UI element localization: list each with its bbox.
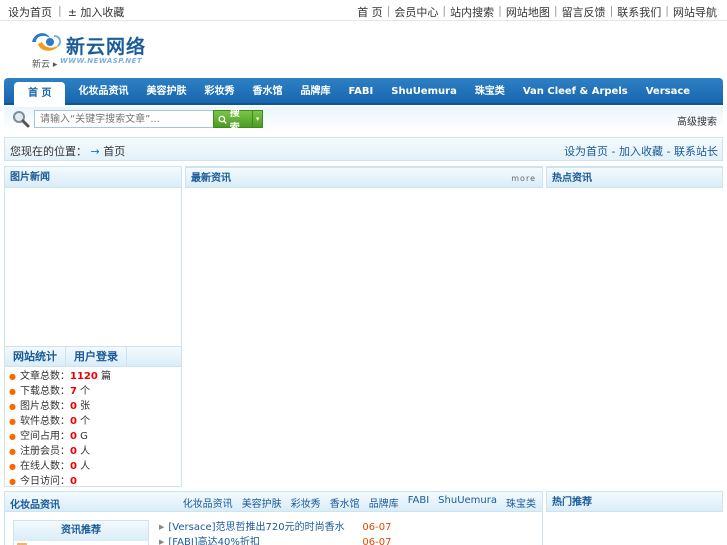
advanced-search-link[interactable]: 高级搜索 [677,113,717,128]
left-panel-title: 图片新闻 [5,167,181,188]
breadcrumb: 您现在的位置： → 首页 设为首页 - 加入收藏 - 联系站长 [4,137,723,161]
top-bar: 设为首页 | ± 加入收藏 首 页 | 会员中心 | 站内搜索 | 网站地图 | 留言反… [0,0,727,21]
nav-item-makeup[interactable]: 彩妆秀 [195,78,243,105]
breadcrumb-root: 您现在的位置： [10,145,87,158]
search-button-label: 搜索 [229,108,240,134]
arrow-right-icon: → [90,145,100,158]
logo-subtitle: 新云 ▸ [32,60,58,70]
recommend-box: 资讯推荐 [13,520,149,545]
more-link[interactable]: more [511,168,536,189]
logo-text: 新云网络 [66,36,147,58]
nav-item-brands[interactable]: 品牌库 [291,78,339,105]
breadcrumb-current[interactable]: 首页 [103,145,125,158]
set-homepage-link[interactable]: 设为首页 [8,4,52,20]
search-input[interactable] [34,110,214,128]
nav-item-versace[interactable]: Versace [637,78,699,105]
category-link[interactable]: 彩妆秀 [291,495,321,510]
top-link-site-map[interactable]: 网站地图 [502,4,554,20]
bottom-section-title: 化妆品资讯 [10,500,60,511]
middle-panel-title: 最新资讯 [191,173,231,184]
nav-item-jewelry[interactable]: 珠宝类 [466,78,514,105]
nav-item-shuuemura[interactable]: ShuUemura [382,78,466,105]
top-bar-left: 设为首页 | ± 加入收藏 [8,4,124,20]
list-item[interactable]: ▶ [FABI]高达40%折扣 06-07 [159,535,391,545]
top-bar-right: 首 页 | 会员中心 | 站内搜索 | 网站地图 | 留言反馈 | 联系我们 | 网站导航 [353,4,721,20]
breadcrumb-links[interactable]: 设为首页 - 加入收藏 - 联系站长 [564,143,718,159]
bottom-section-header: 化妆品资讯 化妆品资讯 美容护肤 彩妆秀 香水馆 品牌库 FABI ShuUem… [5,492,542,512]
category-link[interactable]: ShuUemura [438,495,497,510]
bottom-right-panel: 热门推荐 [546,491,723,545]
bullet-icon: ● [9,417,16,426]
nav-item-van-cleef[interactable]: Van Cleef & Arpels [514,78,637,105]
middle-panel-header: 最新资讯 more [185,167,543,188]
top-link-home[interactable]: 首 页 [353,4,387,20]
bullet-icon: ● [9,402,16,411]
nav-item-home[interactable]: 首 页 [14,82,66,105]
magnifier-icon [13,111,30,128]
top-link-contact[interactable]: 联系我们 [613,4,665,20]
nav-item-perfume[interactable]: 香水馆 [243,78,291,105]
list-item: ● 注册会员：0 人 [9,446,91,457]
top-link-feedback[interactable]: 留言反馈 [558,4,610,20]
logo-url: WWW.NEWASP.NET [60,57,143,65]
list-item: ● 软件总数：0 个 [9,416,91,427]
list-item[interactable]: ▶ [Versace]范思哲推出720元的时尚香水 06-07 [159,520,391,535]
main-nav: 首 页 化妆品资讯 美容护肤 彩妆秀 香水馆 品牌库 FABI ShuUemur… [4,78,723,105]
bullet-icon: ● [9,372,16,381]
bottom-right-panel-title: 热门推荐 [546,491,723,512]
bullet-icon: ● [9,387,16,396]
top-link-site-nav[interactable]: 网站导航 [669,4,721,20]
bullet-icon: ● [9,432,16,441]
search-button[interactable]: 搜索 ▾ [213,108,263,134]
news-list: ▶ [Versace]范思哲推出720元的时尚香水 06-07 ▶ [FABI]高达4… [159,520,391,545]
category-link[interactable]: 化妆品资讯 [183,495,233,510]
top-link-site-search[interactable]: 站内搜索 [446,4,498,20]
top-link-member-center[interactable]: 会员中心 [390,4,442,20]
site-logo[interactable]: 新云网络 新云 ▸ WWW.NEWASP.NET [30,30,150,72]
nav-item-cosmetics-news[interactable]: 化妆品资讯 [69,78,137,105]
search-bar: 搜索 ▾ 高级搜索 [4,107,723,134]
category-link[interactable]: FABI [408,495,429,510]
breadcrumb-trail: 您现在的位置： → 首页 [10,143,125,159]
category-link[interactable]: 美容护肤 [242,495,282,510]
list-item: ● 空间占用：0 G [9,431,88,442]
bottom-section: 化妆品资讯 化妆品资讯 美容护肤 彩妆秀 香水馆 品牌库 FABI ShuUem… [4,491,543,545]
bullet-icon: ● [9,477,16,486]
category-link[interactable]: 珠宝类 [506,495,536,510]
list-item: ● 今日访问：0 [9,476,77,487]
middle-panel: 最新资讯 more [185,166,543,487]
add-favorite-link[interactable]: ± 加入收藏 [68,4,125,20]
nav-item-skincare[interactable]: 美容护肤 [137,78,195,105]
recommend-box-title: 资讯推荐 [14,521,148,541]
tab-site-stats[interactable]: 网站统计 [5,347,66,366]
left-tabs: 网站统计 用户登录 [5,346,181,367]
right-panel-title: 热点资讯 [546,167,723,188]
bottom-category-links: 化妆品资讯 美容护肤 彩妆秀 香水馆 品牌库 FABI ShuUemura 珠宝… [183,495,536,510]
list-item: ● 文章总数：1120 篇 [9,371,112,382]
list-item: ● 在线人数：0 人 [9,461,91,472]
category-link[interactable]: 品牌库 [369,495,399,510]
bullet-icon: ● [9,462,16,471]
stats-list: ● 文章总数：1120 篇 ● 下载总数：7 个 ● 图片总数：0 张 ● 软件总数：0… [9,369,111,489]
left-panel: 图片新闻 网站统计 用户登录 ● 文章总数：1120 篇 ● 下载总数：7 个 ● 图… [4,166,182,487]
search-icon [218,115,227,124]
bullet-icon: ● [9,447,16,456]
nav-item-fabi[interactable]: FABI [339,78,382,105]
list-item: ● 图片总数：0 张 [9,401,91,412]
tab-user-login[interactable]: 用户登录 [66,347,127,366]
triangle-right-icon: ▶ [159,538,165,545]
list-item: ● 下载总数：7 个 [9,386,91,397]
category-link[interactable]: 香水馆 [330,495,360,510]
right-panel: 热点资讯 [546,166,723,487]
chevron-down-icon[interactable]: ▾ [252,111,262,127]
logo-mark-icon [32,33,62,51]
triangle-right-icon: ▶ [159,523,165,531]
divider: | [58,4,62,17]
